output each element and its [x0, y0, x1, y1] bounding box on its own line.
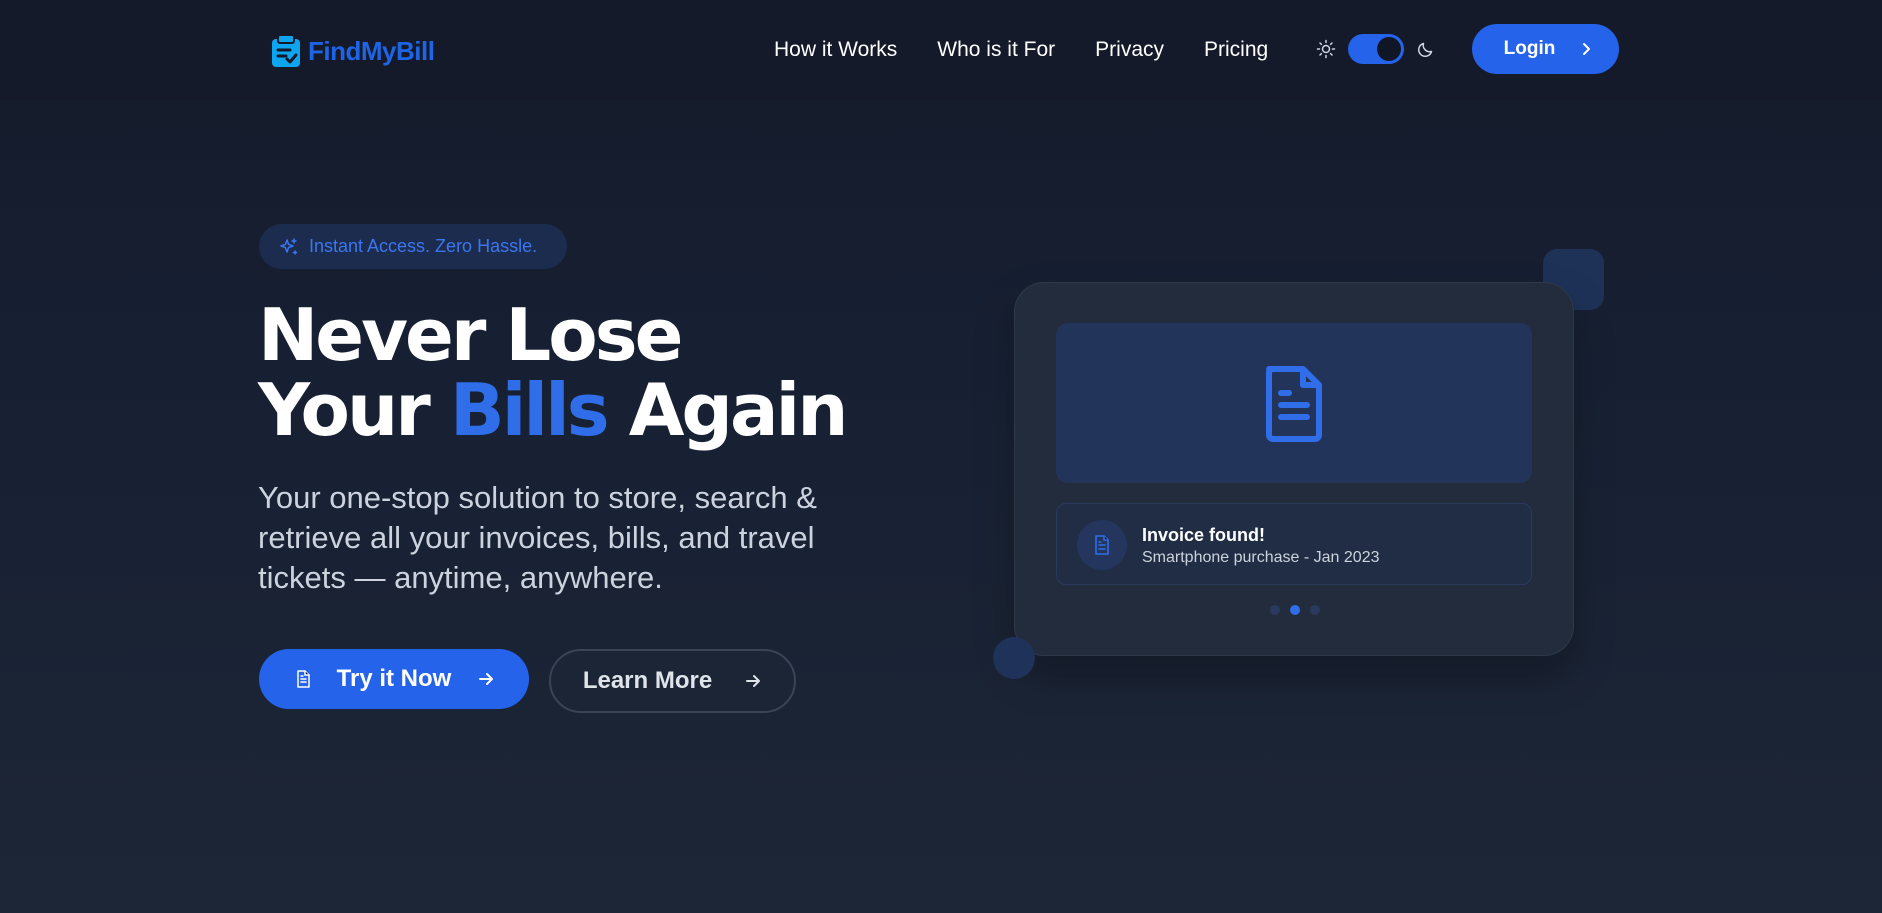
nav-link-who-is-it-for[interactable]: Who is it For [937, 38, 1055, 62]
nav-link-pricing[interactable]: Pricing [1204, 38, 1268, 62]
carousel-dot[interactable] [1310, 605, 1320, 615]
clipboard-check-icon [272, 34, 300, 67]
brand-name: FindMyBill [308, 35, 435, 66]
nav-links: How it Works Who is it For Privacy Prici… [774, 36, 1268, 64]
badge-text: Instant Access. Zero Hassle. [309, 236, 538, 256]
brand-logo[interactable]: FindMyBill [270, 32, 435, 70]
preview-card: Invoice found! Smartphone purchase - Jan… [1014, 282, 1574, 656]
result-subtitle: Smartphone purchase - Jan 2023 [1142, 549, 1380, 566]
top-nav: FindMyBill How it Works Who is it For Pr… [0, 0, 1882, 100]
sparkles-icon [280, 237, 298, 255]
learn-more-label: Learn More [582, 667, 713, 694]
invoice-result[interactable]: Invoice found! Smartphone purchase - Jan… [1056, 503, 1532, 585]
hero-headline: Never Lose Your Bills Again [258, 298, 898, 448]
hero-subtext: Your one-stop solution to store, search … [258, 480, 817, 595]
theme-toggle [1316, 33, 1436, 65]
nav-link-privacy[interactable]: Privacy [1095, 38, 1164, 62]
headline-accent: Bills [449, 368, 610, 452]
document-icon [1095, 535, 1109, 555]
hero-badge: Instant Access. Zero Hassle. [259, 224, 567, 269]
document-preview [1056, 323, 1532, 483]
carousel-dots [1270, 605, 1320, 615]
nav-link-how-it-works[interactable]: How it Works [774, 38, 897, 62]
headline-suffix: Again [628, 368, 849, 452]
theme-switch[interactable] [1348, 34, 1404, 64]
arrow-right-icon [479, 673, 494, 685]
sun-icon [1316, 39, 1336, 59]
result-title: Invoice found! [1142, 525, 1265, 545]
carousel-dot-active[interactable] [1290, 605, 1300, 615]
decorative-circle [993, 637, 1035, 679]
file-text-icon [1266, 366, 1322, 442]
headline-line-1: Never Lose [258, 293, 683, 377]
theme-switch-knob [1377, 37, 1401, 61]
carousel-dot[interactable] [1270, 605, 1280, 615]
result-icon-container [1077, 520, 1127, 570]
document-icon [296, 670, 310, 688]
chevron-right-icon [1583, 43, 1591, 55]
login-button[interactable]: Login [1472, 24, 1619, 74]
learn-more-button[interactable]: Learn More [549, 649, 796, 713]
moon-icon [1417, 42, 1433, 58]
login-label: Login [1503, 38, 1556, 59]
headline-prefix: Your [258, 368, 431, 452]
try-it-now-button[interactable]: Try it Now [259, 649, 529, 709]
try-it-now-label: Try it Now [336, 665, 452, 692]
arrow-right-icon [746, 675, 761, 687]
